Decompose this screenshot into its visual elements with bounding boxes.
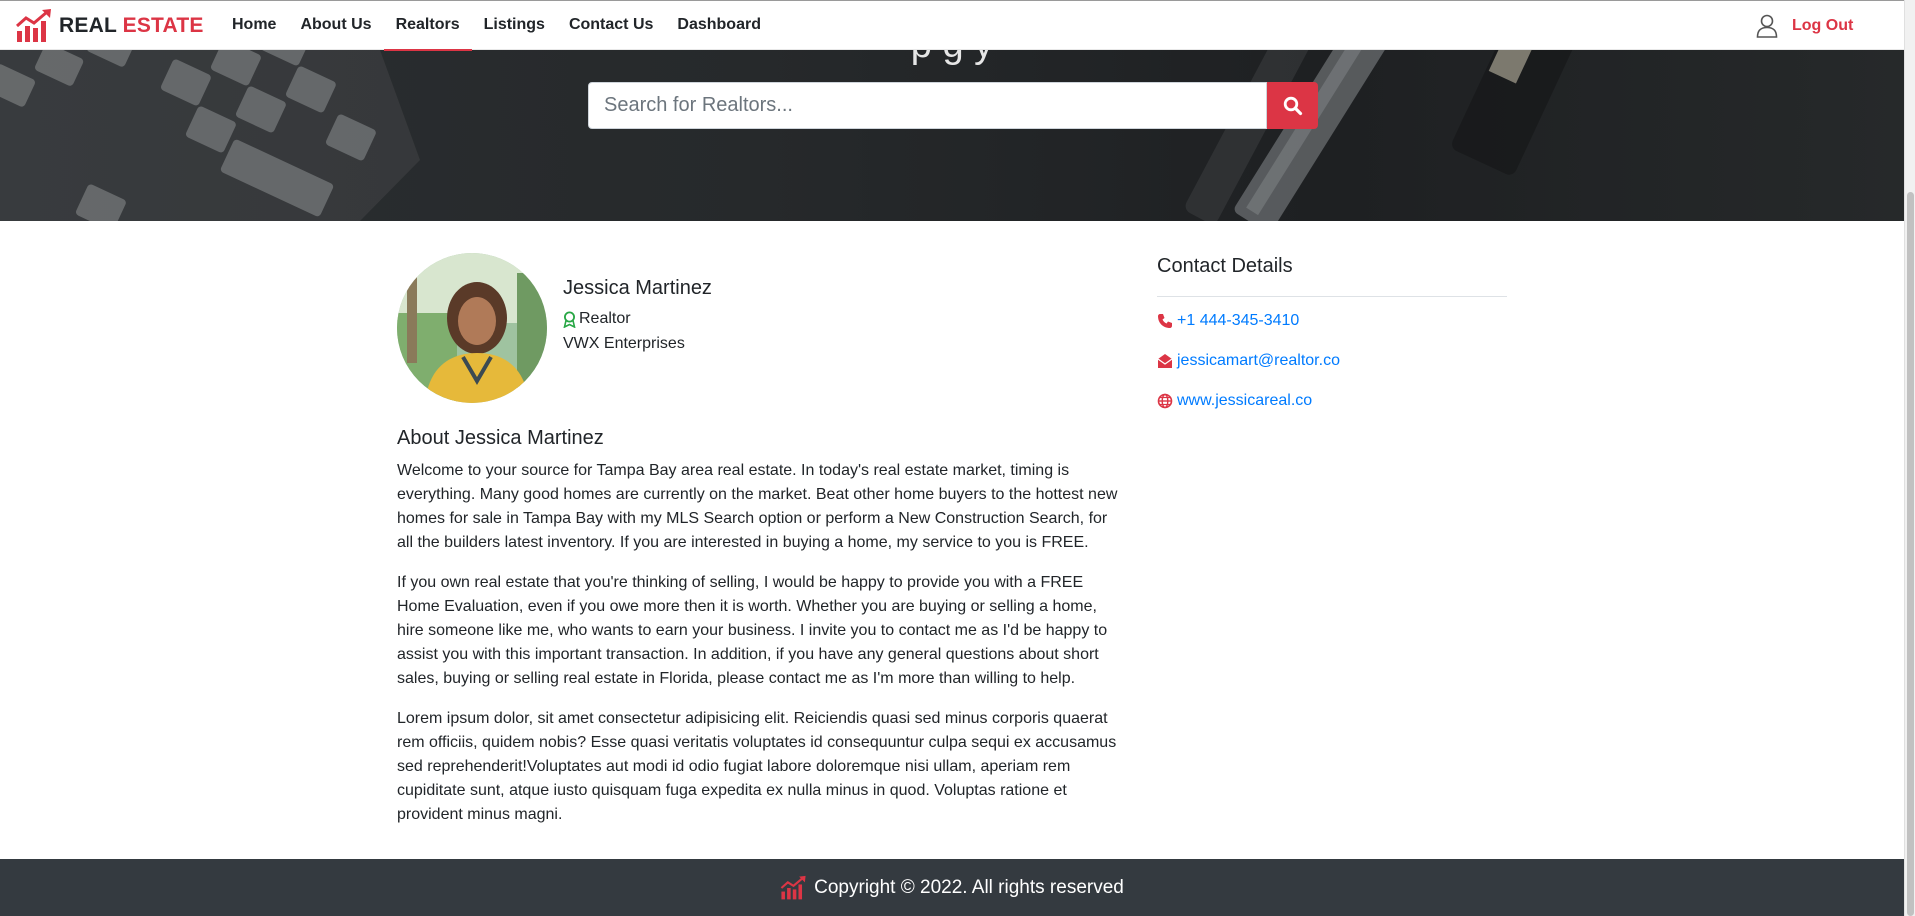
hero-background-image <box>0 50 1578 221</box>
hero-title: p g y <box>0 50 1904 67</box>
nav-dashboard[interactable]: Dashboard <box>665 1 773 51</box>
search-input[interactable] <box>588 82 1267 129</box>
copyright-text: Copyright © 2022. All rights reserved <box>814 876 1124 898</box>
about-paragraph: If you own real estate that you're think… <box>397 574 1108 687</box>
avatar <box>397 253 547 403</box>
nav-about-us[interactable]: About Us <box>288 1 383 51</box>
chart-logo-icon <box>16 9 51 42</box>
chart-logo-icon <box>780 875 806 899</box>
user-menu: Log Out <box>1756 11 1853 41</box>
navbar: REAL ESTATE Home About Us Realtors Listi… <box>0 0 1904 51</box>
contact-phone: +1 444-345-3410 <box>1157 310 1507 332</box>
realtor-company: VWX Enterprises <box>563 335 685 352</box>
nav-listings[interactable]: Listings <box>472 1 557 51</box>
realtor-name: Jessica Martinez <box>563 277 712 299</box>
contact-website: www.jessicareal.co <box>1157 390 1507 412</box>
hero-banner: p g y <box>0 50 1904 221</box>
email-link[interactable]: jessicamart@realtor.co <box>1177 352 1340 370</box>
phone-link[interactable]: +1 444-345-3410 <box>1177 312 1299 330</box>
nav-contact-us[interactable]: Contact Us <box>557 1 665 51</box>
realtor-role-label: Realtor <box>579 310 631 327</box>
contact-title: Contact Details <box>1157 255 1293 277</box>
realtor-role: Realtor <box>563 310 631 328</box>
search-icon <box>1283 96 1302 115</box>
nav-realtors[interactable]: Realtors <box>383 1 472 51</box>
about-paragraph: Lorem ipsum dolor, sit amet consectetur … <box>397 710 1117 823</box>
brand-name: REAL ESTATE <box>59 14 204 37</box>
about-title: About Jessica Martinez <box>397 427 604 449</box>
realtor-search-form <box>588 82 1318 129</box>
globe-icon <box>1157 393 1173 409</box>
phone-icon <box>1158 314 1172 328</box>
main-nav: Home About Us Realtors Listings Contact … <box>220 1 773 51</box>
user-icon[interactable] <box>1756 14 1778 38</box>
search-button[interactable] <box>1267 82 1318 129</box>
nav-home[interactable]: Home <box>220 1 288 51</box>
page-scrollbar[interactable] <box>1904 0 1915 916</box>
website-link[interactable]: www.jessicareal.co <box>1177 392 1312 410</box>
contact-email: jessicamart@realtor.co <box>1157 350 1507 372</box>
envelope-icon <box>1157 354 1173 368</box>
footer: Copyright © 2022. All rights reserved <box>0 859 1904 916</box>
scrollbar-thumb[interactable] <box>1907 192 1914 916</box>
logout-link[interactable]: Log Out <box>1792 17 1853 35</box>
divider <box>1157 296 1507 297</box>
brand-logo[interactable]: REAL ESTATE <box>15 9 204 43</box>
about-section: Welcome to your source for Tampa Bay are… <box>397 459 1122 843</box>
contact-details: Contact Details +1 444-345-3410 jessicam… <box>1157 255 1507 430</box>
about-paragraph: Welcome to your source for Tampa Bay are… <box>397 462 1118 551</box>
award-icon <box>563 311 576 328</box>
